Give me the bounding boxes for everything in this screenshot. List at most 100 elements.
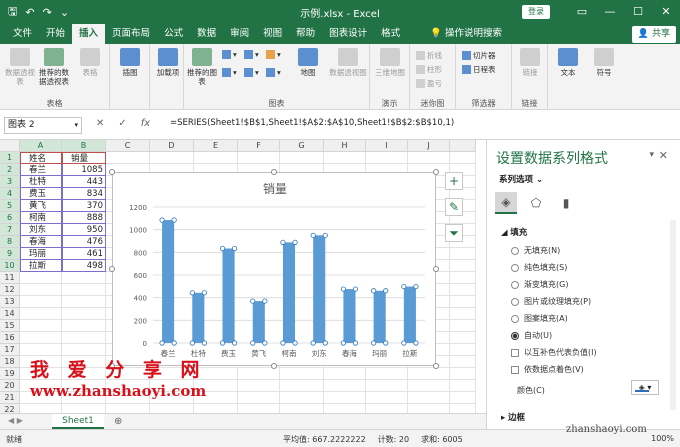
column-header[interactable]: A	[20, 140, 62, 152]
share-button[interactable]: 👤 共享	[631, 26, 676, 43]
zoom-level[interactable]: 100%	[651, 434, 674, 443]
bar-selection-handle[interactable]	[401, 283, 407, 290]
tell-me-search[interactable]: 💡 操作说明搜索	[423, 24, 509, 44]
sales-cell[interactable]: 888	[62, 212, 106, 224]
color-picker-button[interactable]: ◈ ▾	[631, 380, 659, 395]
row-header[interactable]: 6	[0, 212, 20, 224]
name-cell[interactable]: 柯南	[20, 212, 62, 224]
sales-cell[interactable]: 834	[62, 188, 106, 200]
name-cell[interactable]: 春兰	[20, 164, 62, 176]
invert-if-negative-checkbox[interactable]: 以互补色代表负值(I)	[511, 347, 597, 358]
cell[interactable]	[366, 404, 408, 413]
sparkline-column-button[interactable]: 柱形	[416, 64, 442, 75]
tab-view[interactable]: 视图	[256, 24, 289, 44]
column-header-k[interactable]	[450, 140, 476, 152]
row-header[interactable]: 12	[0, 284, 20, 296]
chart-filters-funnel-icon[interactable]: ⏷	[445, 224, 463, 242]
formula-input[interactable]: =SERIES(Sheet1!$B$1,Sheet1!$A$2:$A$10,Sh…	[170, 118, 454, 128]
cell[interactable]	[194, 152, 238, 164]
cell[interactable]	[194, 404, 238, 413]
bar-selection-handle[interactable]	[310, 340, 316, 346]
recommended-charts-button[interactable]: 推荐的图表	[184, 48, 220, 86]
cell[interactable]	[106, 404, 150, 413]
cell[interactable]	[450, 152, 476, 164]
name-box-dropdown-icon[interactable]: ▾	[74, 118, 78, 133]
slicer-button[interactable]: 切片器	[462, 50, 496, 61]
cell[interactable]	[450, 260, 476, 272]
cell[interactable]	[238, 368, 280, 380]
sales-cell[interactable]: 443	[62, 176, 106, 188]
bar-selection-handle[interactable]	[352, 286, 359, 292]
name-cell[interactable]: 杜特	[20, 176, 62, 188]
other-chart-button[interactable]: ▾	[266, 68, 281, 77]
minimize-icon[interactable]: —	[596, 0, 624, 24]
cell[interactable]	[450, 392, 476, 404]
fill-option-pattern[interactable]: 图案填充(A)	[511, 313, 568, 324]
tab-insert[interactable]: 插入	[72, 24, 106, 44]
tab-formulas[interactable]: 公式	[157, 24, 190, 44]
series-options-bars-icon[interactable]: ▮	[555, 192, 577, 214]
tab-file[interactable]: 文件	[6, 24, 39, 44]
recommended-pivot-button[interactable]: 推荐的数据透视表	[36, 48, 72, 86]
sales-cell[interactable]: 476	[62, 236, 106, 248]
bar-selection-handle[interactable]	[250, 340, 256, 346]
sales-cell[interactable]: 950	[62, 224, 106, 236]
name-cell[interactable]: 黄飞	[20, 200, 62, 212]
cell[interactable]	[20, 272, 62, 284]
tab-chart-design[interactable]: 图表设计	[322, 24, 374, 44]
fill-option-picture[interactable]: 图片或纹理填充(P)	[511, 296, 591, 307]
maximize-icon[interactable]: ☐	[624, 0, 652, 24]
login-button[interactable]: 登录	[522, 5, 550, 19]
column-chart-button[interactable]: ▾	[222, 50, 237, 59]
cell[interactable]	[450, 356, 476, 368]
chart-styles-brush-icon[interactable]: ✎	[445, 198, 463, 216]
column-header[interactable]: J	[408, 140, 450, 152]
cell[interactable]	[366, 152, 408, 164]
row-header[interactable]: 1	[0, 152, 20, 164]
cell[interactable]	[280, 380, 324, 392]
pane-options-dropdown-icon[interactable]: ▾	[649, 150, 654, 160]
column-header[interactable]: I	[366, 140, 408, 152]
bar[interactable]	[222, 248, 235, 343]
pivot-chart-button[interactable]: 数据透视图	[326, 48, 370, 77]
bar-selection-handle[interactable]	[232, 340, 238, 346]
fill-option-solid[interactable]: 纯色填充(S)	[511, 262, 567, 273]
sales-cell[interactable]: 销量	[62, 152, 106, 164]
cell[interactable]	[450, 368, 476, 380]
bar-selection-handle[interactable]	[383, 288, 389, 294]
cell[interactable]	[62, 332, 106, 344]
fill-option-automatic[interactable]: 自动(U)	[511, 330, 552, 341]
cell[interactable]	[408, 404, 450, 413]
select-all-corner[interactable]	[0, 140, 20, 152]
cell[interactable]	[324, 152, 366, 164]
name-cell[interactable]: 刘东	[20, 224, 62, 236]
cell[interactable]	[62, 308, 106, 320]
bar-selection-handle[interactable]	[310, 232, 316, 238]
tab-home[interactable]: 开始	[39, 24, 72, 44]
cell[interactable]	[280, 152, 324, 164]
chart-resize-handle[interactable]	[433, 169, 439, 175]
bar-selection-handle[interactable]	[280, 239, 286, 245]
cell[interactable]	[450, 284, 476, 296]
map-button[interactable]: 地图	[290, 48, 326, 77]
column-header[interactable]: B	[62, 140, 106, 152]
bar-selection-handle[interactable]	[219, 340, 226, 346]
row-header[interactable]: 13	[0, 296, 20, 308]
bar[interactable]	[313, 235, 326, 343]
chart-title[interactable]: 销量	[263, 182, 287, 196]
fill-section-header[interactable]: ◢ 填充	[501, 226, 527, 238]
name-cell[interactable]: 拉斯	[20, 260, 62, 272]
chart-resize-handle[interactable]	[109, 266, 115, 272]
cell[interactable]	[450, 344, 476, 356]
bar-selection-handle[interactable]	[189, 290, 195, 296]
sales-cell[interactable]: 370	[62, 200, 106, 212]
cell[interactable]	[450, 380, 476, 392]
cell[interactable]	[20, 332, 62, 344]
tab-help[interactable]: 帮助	[289, 24, 322, 44]
addins-button[interactable]: 加载项	[150, 48, 186, 77]
chart-area[interactable]: 销量 0 200 400 600 800 1000 1200 春兰 杜特 费玉 黄飞 柯南 刘东 春海玛…	[112, 172, 436, 366]
bar-selection-handle[interactable]	[262, 298, 268, 304]
bar-selection-handle[interactable]	[340, 286, 346, 292]
bar-selection-handle[interactable]	[189, 340, 195, 346]
name-cell[interactable]: 玛丽	[20, 248, 62, 260]
